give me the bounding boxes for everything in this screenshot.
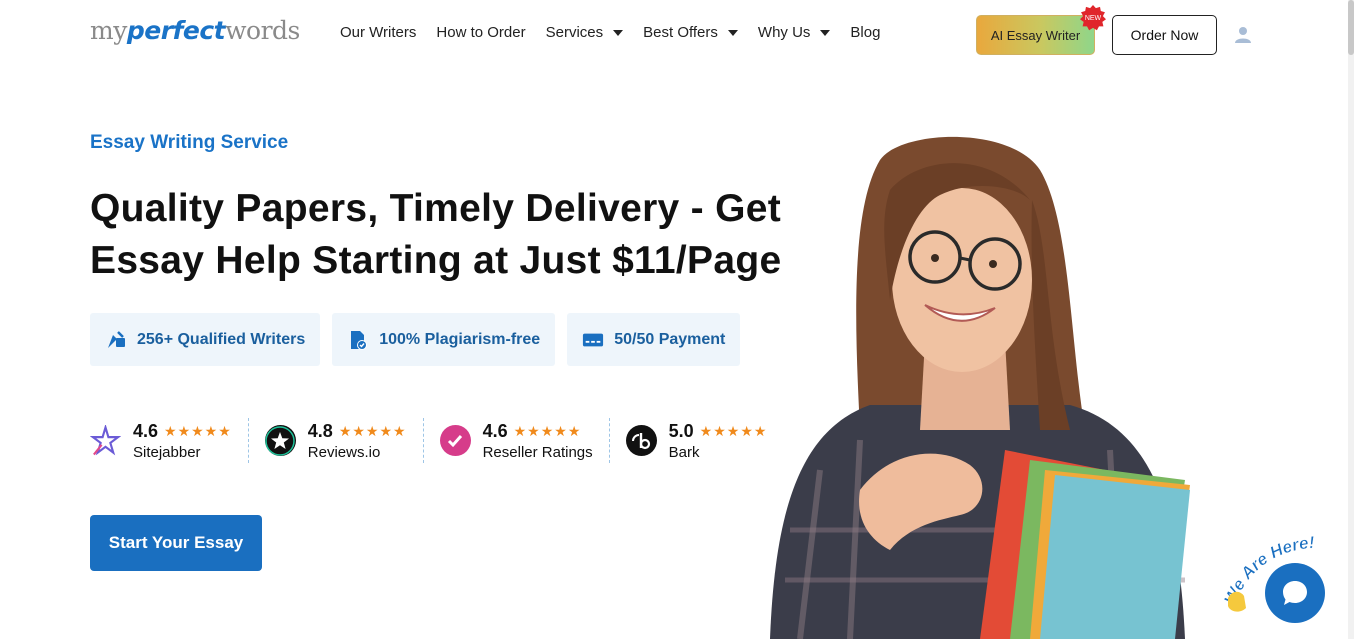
resellerratings-logo-icon [439,425,471,456]
bark-logo-icon [625,425,657,456]
page: myperfectwords Our Writers How to Order … [0,0,1354,639]
page-title: Quality Papers, Timely Delivery - Get Es… [90,183,810,287]
nav-label: Blog [850,24,881,41]
feature-badges: 256+ Qualified Writers 100% Plagiarism-f… [90,313,741,366]
feature-plagiarism: 100% Plagiarism-free [332,313,556,366]
live-chat-button[interactable] [1265,563,1325,623]
nav-why-us[interactable]: Why Us [758,24,831,41]
nav-how-to-order[interactable]: How to Order [436,24,525,41]
nav-label: Services [545,24,604,41]
nav-best-offers[interactable]: Best Offers [643,24,738,41]
order-now-button[interactable]: Order Now [1112,15,1217,55]
chat-bubble-icon [1283,581,1307,605]
rating-stars: ★★★★★ [164,422,232,439]
nav-services[interactable]: Services [546,24,624,41]
rating-reviewsio[interactable]: 4.8 ★★★★★ Reviews.io [264,418,424,463]
rating-source: Sitejabber [133,443,201,461]
rating-stars: ★★★★★ [338,422,407,439]
ratings-row: 4.6 ★★★★★ Sitejabber 4.8 ★★★★★ Reviews.io … [90,418,799,463]
nav-blog[interactable]: Blog [850,24,880,41]
rating-source: Reseller Ratings [482,443,593,461]
sitejabber-logo-icon [90,424,121,456]
nav-label: How to Order [436,24,526,41]
headline-line-1: Quality Papers, Timely Delivery - Get [90,187,782,230]
eyebrow-label: Essay Writing Service [90,132,289,153]
card-icon [582,329,604,351]
headline-line-2: Essay Help Starting at Just $11/Page [90,239,782,282]
nav-label: Why Us [757,24,811,41]
scrollbar-thumb[interactable] [1348,0,1354,55]
document-check-icon [347,329,369,351]
nav-our-writers[interactable]: Our Writers [340,24,416,41]
rating-resellerratings[interactable]: 4.6 ★★★★★ Reseller Ratings [439,418,610,463]
writer-icon [105,329,127,351]
site-header: myperfectwords Our Writers How to Order … [0,0,1354,70]
logo-part-words: words [225,16,300,45]
nav-label: Our Writers [340,24,417,41]
rating-stars: ★★★★★ [513,422,582,439]
rating-score: 4.6 [133,420,159,441]
feature-label: 256+ Qualified Writers [137,330,306,348]
user-icon[interactable] [1234,26,1252,44]
feature-label: 100% Plagiarism-free [379,330,541,348]
feature-label: 50/50 Payment [614,330,726,348]
rating-score: 5.0 [668,420,694,441]
site-logo[interactable]: myperfectwords [90,16,300,45]
logo-part-perfect: perfect [126,16,226,45]
reviewsio-logo-icon [264,425,296,456]
logo-part-my: my [90,16,127,45]
nav-label: Best Offers [643,24,718,41]
hero-student-photo [770,136,1190,639]
rating-sitejabber[interactable]: 4.6 ★★★★★ Sitejabber [90,418,249,463]
ai-essay-writer-button[interactable]: AI Essay Writer [976,15,1095,55]
main-nav: Our Writers How to Order Services Best O… [340,24,880,41]
feature-payment: 50/50 Payment [567,313,741,366]
feature-writers: 256+ Qualified Writers [90,313,321,366]
rating-score: 4.8 [307,420,333,441]
chevron-down-icon [613,29,624,36]
chevron-down-icon [820,29,831,36]
chevron-down-icon [727,29,738,36]
start-essay-button[interactable]: Start Your Essay [90,515,262,571]
page-scrollbar[interactable] [1348,0,1354,639]
rating-source: Reviews.io [307,443,381,461]
rating-score: 4.6 [482,420,508,441]
